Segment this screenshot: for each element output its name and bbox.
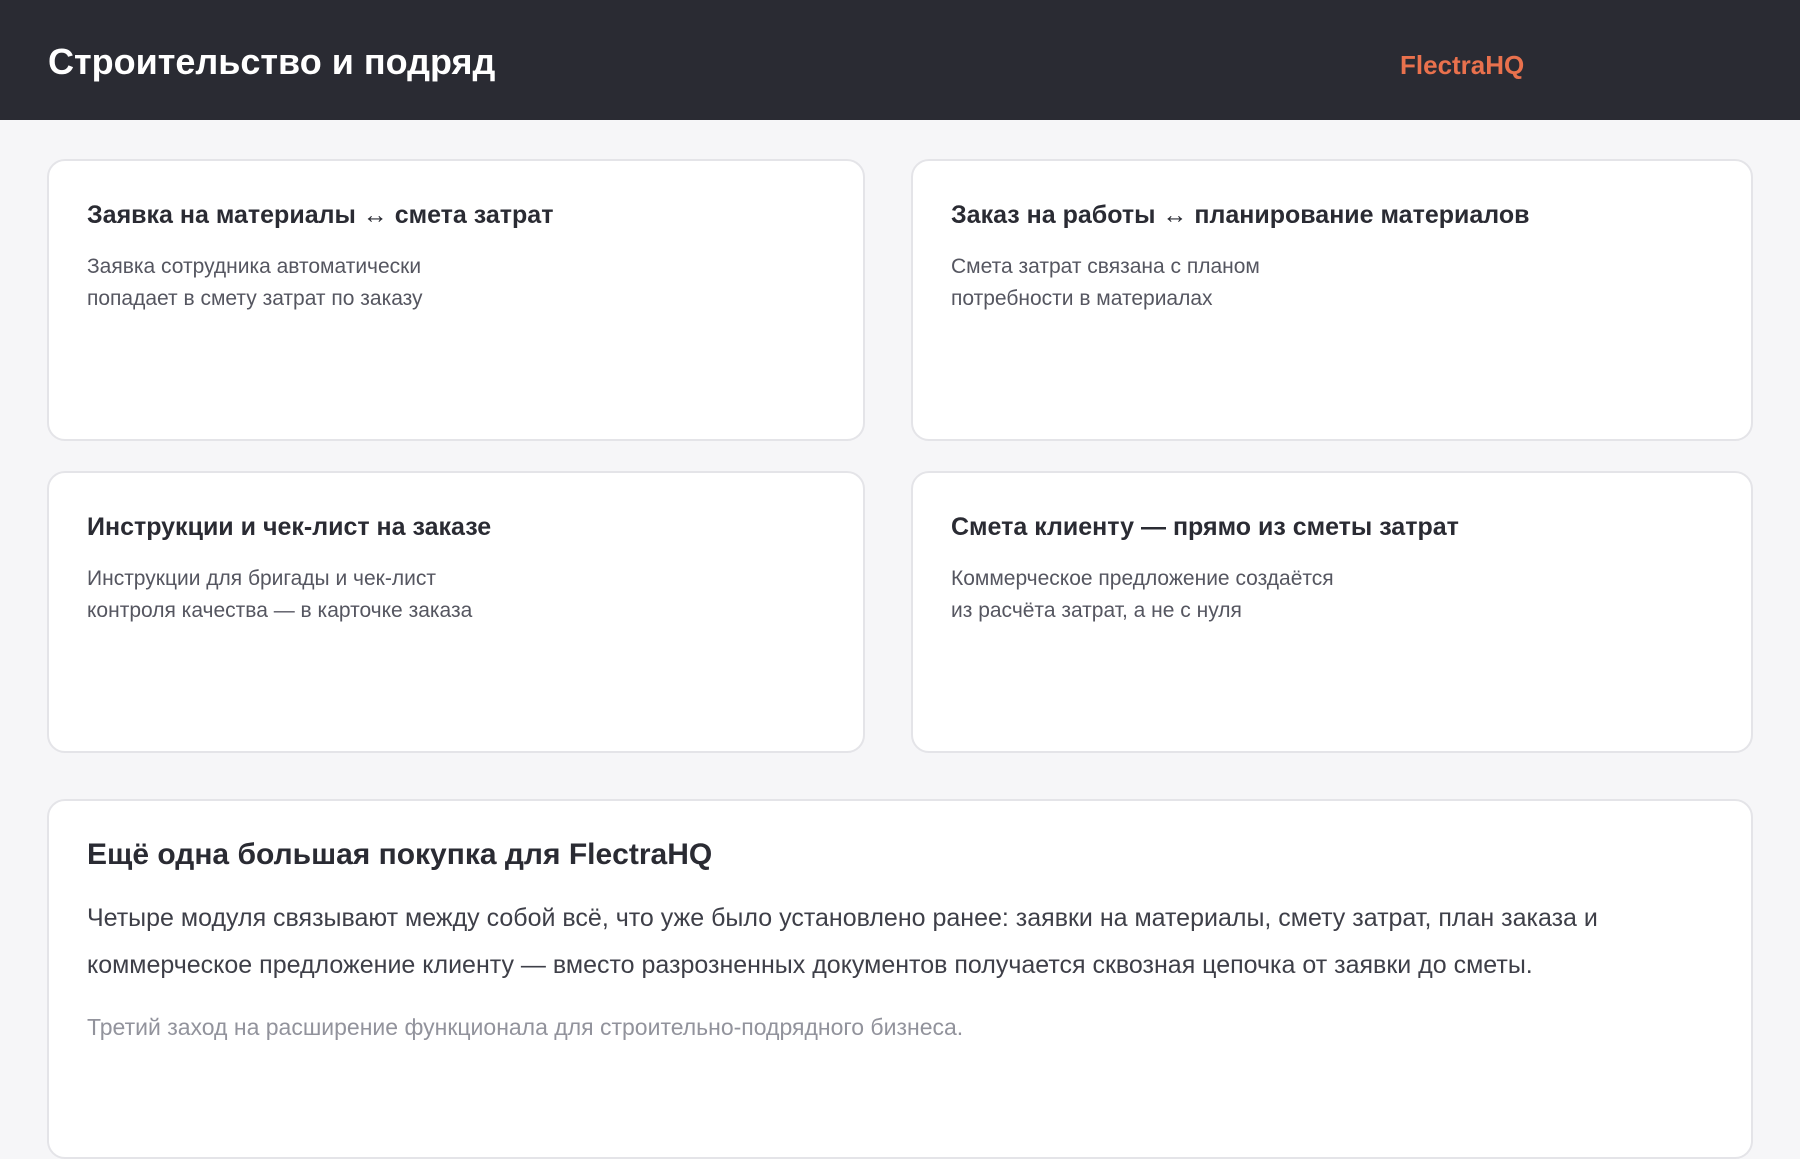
feature-card-title: Смета клиенту — прямо из сметы затрат bbox=[951, 513, 1459, 541]
feature-card-description: Коммерческое предложение создаётся из ра… bbox=[951, 567, 1334, 622]
feature-card-work-order: Заказ на работы ↔ планирование материало… bbox=[911, 159, 1753, 441]
feature-card-title: Заказ на работы ↔ планирование материало… bbox=[951, 201, 1530, 229]
top-header: Строительство и подряд FlectraHQ bbox=[0, 0, 1800, 120]
feature-card-instructions: Инструкции и чек-лист на заказе Инструкц… bbox=[47, 471, 865, 753]
summary-body: Четыре модуля связывают между собой всё,… bbox=[87, 904, 1598, 979]
page-title: Строительство и подряд bbox=[48, 41, 496, 82]
feature-card-material-request: Заявка на материалы ↔ смета затрат Заявк… bbox=[47, 159, 865, 441]
brand-logo[interactable]: FlectraHQ bbox=[1400, 50, 1524, 80]
feature-card-client-estimate: Смета клиенту — прямо из сметы затрат Ко… bbox=[911, 471, 1753, 753]
summary-note: Третий заход на расширение функционала д… bbox=[87, 1014, 964, 1040]
feature-card-description: Инструкции для бригады и чек-лист контро… bbox=[87, 567, 473, 622]
feature-card-title: Заявка на материалы ↔ смета затрат bbox=[87, 201, 554, 229]
feature-card-title: Инструкции и чек-лист на заказе bbox=[87, 513, 492, 541]
feature-card-description: Смета затрат связана с планом потребност… bbox=[951, 255, 1260, 310]
summary-card: Ещё одна большая покупка для FlectraHQ Ч… bbox=[47, 799, 1753, 1159]
summary-title: Ещё одна большая покупка для FlectraHQ bbox=[87, 838, 713, 871]
feature-card-description: Заявка сотрудника автоматически попадает… bbox=[87, 255, 423, 310]
